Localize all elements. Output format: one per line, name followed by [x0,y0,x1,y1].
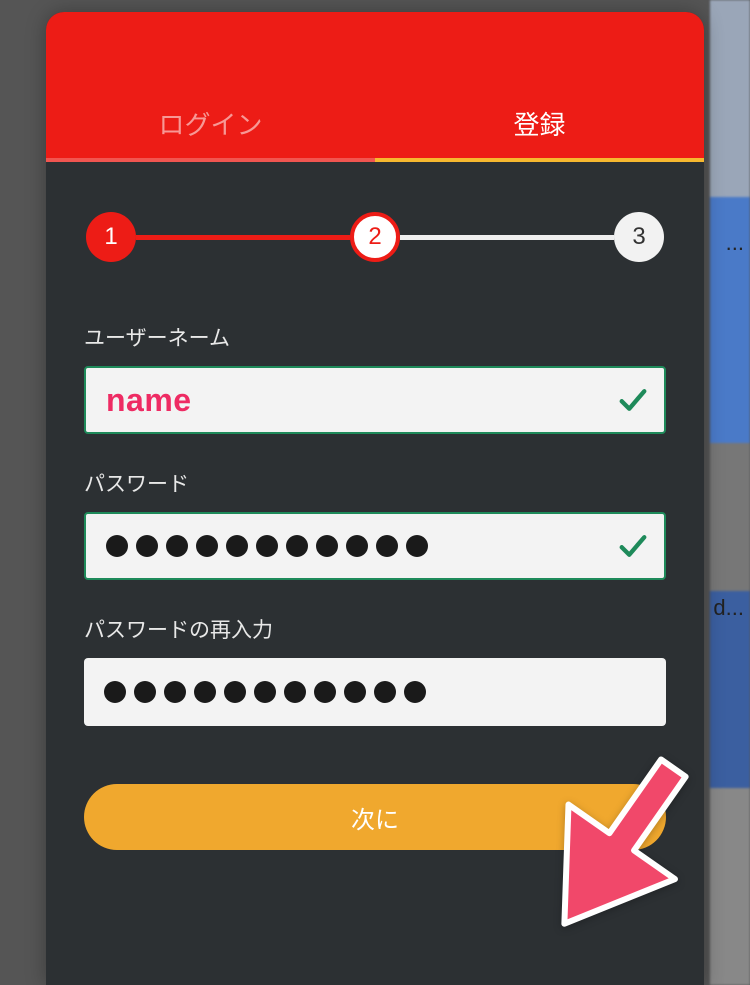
password-dot [284,681,306,703]
step-line-1-2 [136,235,350,240]
password-dot [254,681,276,703]
password-dot [346,535,368,557]
password-dot [164,681,186,703]
password-dot [196,535,218,557]
tab-underline [46,158,375,162]
username-group: ユーザーネーム name [84,322,666,434]
step-1: 1 [86,212,136,262]
username-value: name [106,382,192,419]
password-confirm-input[interactable] [84,658,666,726]
password-confirm-dots [104,681,426,703]
auth-modal: ログイン 登録 1 2 3 ユーザーネーム name [46,12,704,985]
password-dot [134,681,156,703]
check-icon [618,531,648,561]
background-peek-text: d... [713,595,744,621]
next-button[interactable]: 次に [84,784,666,850]
step-3: 3 [614,212,664,262]
check-icon [618,385,648,415]
password-dot [406,535,428,557]
password-label: パスワード [84,468,666,498]
password-dot [344,681,366,703]
tab-register[interactable]: 登録 [375,87,704,162]
tab-underline-active [375,158,704,162]
password-dot [404,681,426,703]
progress-stepper: 1 2 3 [84,212,666,262]
password-dot [314,681,336,703]
auth-tabs: ログイン 登録 [46,87,704,162]
username-label: ユーザーネーム [84,322,666,352]
password-dots [106,535,428,557]
password-dot [226,535,248,557]
modal-header: ログイン 登録 [46,12,704,162]
password-confirm-group: パスワードの再入力 [84,614,666,726]
username-input[interactable]: name [84,366,666,434]
step-line-2-3 [400,235,614,240]
modal-body: 1 2 3 ユーザーネーム name パスワード [46,162,704,985]
password-input[interactable] [84,512,666,580]
background-peek-text: ... [726,230,744,256]
password-dot [136,535,158,557]
background-content-strip [710,0,750,985]
password-confirm-label: パスワードの再入力 [84,614,666,644]
password-dot [286,535,308,557]
step-2: 2 [350,212,400,262]
password-group: パスワード [84,468,666,580]
tab-login[interactable]: ログイン [46,87,375,162]
password-dot [194,681,216,703]
password-dot [256,535,278,557]
password-dot [316,535,338,557]
password-dot [166,535,188,557]
password-dot [224,681,246,703]
password-dot [106,535,128,557]
tab-register-label: 登録 [513,110,565,140]
tab-login-label: ログイン [158,110,262,140]
password-dot [104,681,126,703]
password-dot [374,681,396,703]
password-dot [376,535,398,557]
